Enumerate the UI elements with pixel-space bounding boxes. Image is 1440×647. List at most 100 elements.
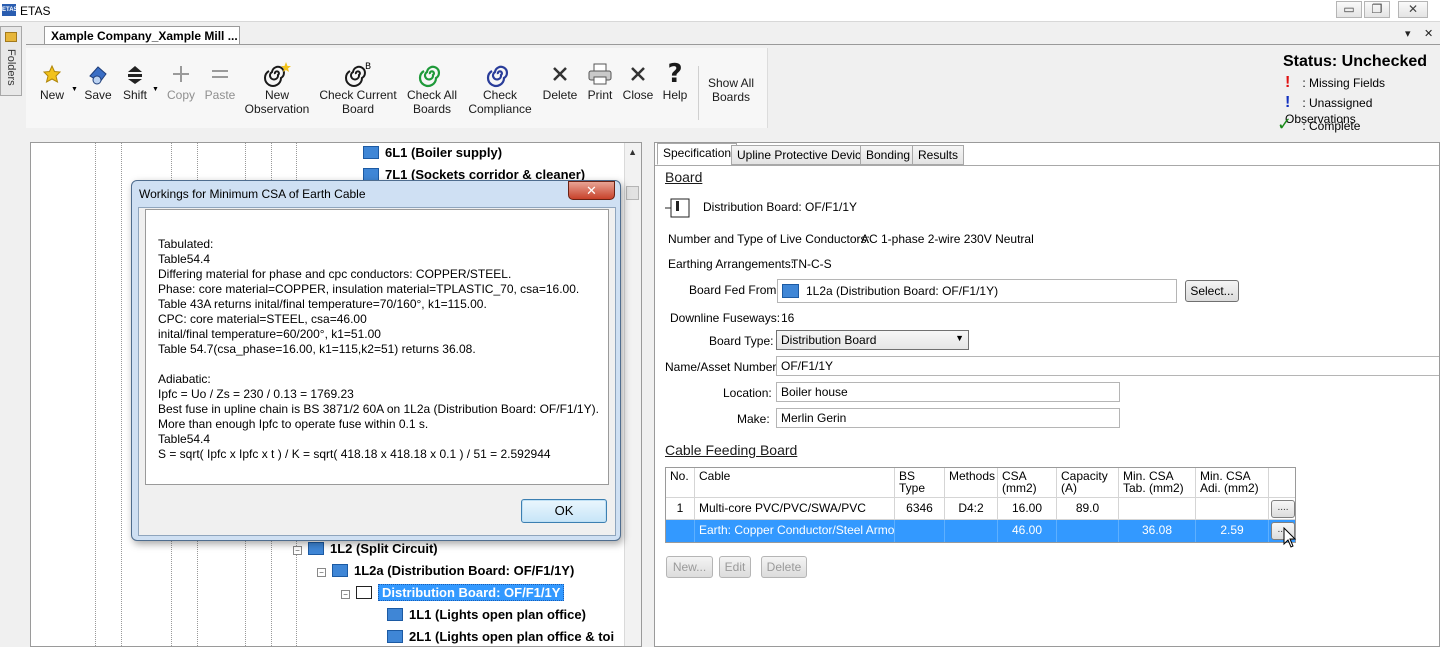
- cell-min-csa-tab: 36.08: [1119, 520, 1196, 542]
- location-input[interactable]: Boiler house: [776, 382, 1120, 402]
- app-icon: ETAS: [2, 4, 18, 16]
- help-button[interactable]: ? Help: [658, 60, 692, 102]
- show-all-boards-button[interactable]: Show All Boards: [702, 76, 760, 104]
- folder-icon: [5, 32, 17, 42]
- scroll-up-arrow-icon[interactable]: ▲: [628, 147, 637, 157]
- cell-cable: Multi-core PVC/PVC/SWA/PVC: [695, 498, 895, 519]
- collapse-icon[interactable]: −: [341, 590, 350, 599]
- new-cable-button[interactable]: New...: [666, 556, 713, 578]
- board-icon: [663, 195, 691, 221]
- cell-no: 1: [666, 498, 695, 519]
- select-board-button[interactable]: Select...: [1185, 280, 1239, 302]
- circuit-icon: [332, 564, 348, 577]
- board-section-heading: Board: [665, 169, 703, 185]
- tab-results[interactable]: Results: [912, 145, 965, 165]
- collapse-icon[interactable]: −: [317, 568, 326, 577]
- cell-min-csa-tab: [1119, 498, 1196, 519]
- new-dropdown-icon[interactable]: ▼: [71, 86, 78, 93]
- tabs-divider: [655, 165, 1439, 166]
- restore-button[interactable]: ❐: [1364, 1, 1390, 18]
- save-button[interactable]: Save: [82, 60, 114, 102]
- table-row[interactable]: 1 Multi-core PVC/PVC/SWA/PVC 6346 D4:2 1…: [666, 498, 1295, 520]
- tab-divider: [26, 44, 1440, 45]
- dialog-close-button[interactable]: ✕: [568, 181, 615, 200]
- circuit-icon: [387, 608, 403, 621]
- cell-methods: [945, 520, 998, 542]
- board-details-panel: Specification Upline Protective Device B…: [654, 142, 1440, 647]
- toolbar-ribbon: New ▼ Save Shift ▼ Copy Paste New Observ…: [26, 48, 768, 128]
- scrollbar-thumb[interactable]: [626, 186, 639, 200]
- tab-specification[interactable]: Specification: [657, 143, 738, 165]
- close-document-button[interactable]: ✕: [1424, 27, 1433, 40]
- tree-node[interactable]: −1L2a (Distribution Board: OF/F1/1Y): [317, 563, 574, 578]
- fed-from-label: Board Fed From:: [689, 283, 780, 297]
- dialog-title: Workings for Minimum CSA of Earth Cable: [139, 187, 366, 201]
- folders-panel-toggle[interactable]: Folders: [0, 26, 22, 96]
- save-icon: [82, 60, 114, 88]
- svg-text:B: B: [365, 62, 371, 72]
- tree-node[interactable]: 1L1 (Lights open plan office): [387, 607, 586, 622]
- cell-csa: 46.00: [998, 520, 1057, 542]
- paste-button[interactable]: Paste: [202, 60, 238, 102]
- shift-dropdown-icon[interactable]: ▼: [152, 86, 159, 93]
- downline-fuseways-label: Downline Fuseways:: [670, 311, 781, 325]
- check-compliance-button[interactable]: Check Compliance: [466, 60, 534, 116]
- close-button[interactable]: Close: [620, 60, 656, 102]
- live-conductors-value: AC 1-phase 2-wire 230V Neutral: [861, 232, 1034, 246]
- title-bar: ETAS ETAS ▭ ❐ ✕: [0, 0, 1440, 22]
- document-tab[interactable]: Xample Company_Xample Mill ...: [44, 26, 240, 45]
- tab-upline-protective-device[interactable]: Upline Protective Device: [731, 145, 874, 165]
- printer-icon: [582, 60, 618, 88]
- new-observation-button[interactable]: New Observation: [242, 60, 312, 116]
- board-type-select[interactable]: Distribution Board ▼: [776, 330, 969, 350]
- make-input[interactable]: Merlin Gerin: [776, 408, 1120, 428]
- column-header: Min. CSA Adi. (mm2): [1196, 468, 1269, 497]
- ribbon-separator: [698, 66, 699, 120]
- shift-button[interactable]: Shift: [118, 60, 152, 102]
- ok-button[interactable]: OK: [521, 499, 607, 523]
- tree-node[interactable]: 2L1 (Lights open plan office & toi: [387, 629, 614, 644]
- tree-scrollbar[interactable]: ▲: [624, 143, 641, 646]
- tree-node[interactable]: 6L1 (Boiler supply): [363, 145, 502, 160]
- legend-complete: ✓ : Complete: [1277, 114, 1361, 134]
- check-all-spiral-icon: [402, 60, 462, 88]
- delete-x-icon: [540, 60, 580, 88]
- tree-node-selected-board[interactable]: − Distribution Board: OF/F1/1Y: [341, 584, 565, 601]
- check-current-board-button[interactable]: B Check Current Board: [318, 60, 398, 116]
- cell-capacity: [1057, 520, 1119, 542]
- missing-fields-icon: !: [1285, 74, 1291, 91]
- print-button[interactable]: Print: [582, 60, 618, 102]
- tree-node[interactable]: −1L2 (Split Circuit): [293, 541, 438, 556]
- close-x-icon: [620, 60, 656, 88]
- legend-missing-fields: ! : Missing Fields: [1285, 74, 1386, 91]
- copy-icon: [164, 60, 198, 88]
- check-all-boards-button[interactable]: Check All Boards: [402, 60, 462, 116]
- tab-list-dropdown[interactable]: ▾: [1405, 27, 1411, 40]
- cell-csa: 16.00: [998, 498, 1057, 519]
- edit-cable-button[interactable]: Edit: [719, 556, 751, 578]
- delete-button[interactable]: Delete: [540, 60, 580, 102]
- circuit-icon: [387, 630, 403, 643]
- table-row-selected[interactable]: Earth: Copper Conductor/Steel Armour** 4…: [666, 520, 1295, 542]
- tab-bonding[interactable]: Bonding: [860, 145, 917, 165]
- cell-cable: Earth: Copper Conductor/Steel Armour**: [695, 520, 895, 542]
- row-details-button[interactable]: ....: [1271, 500, 1295, 518]
- collapse-icon[interactable]: −: [293, 546, 302, 555]
- folders-label: Folders: [5, 49, 17, 86]
- dialog-body: Tabulated: Table54.4 Differing material …: [138, 207, 616, 536]
- name-asset-input[interactable]: OF/F1/1Y: [776, 356, 1439, 376]
- cable-grid: No. Cable BS Type Methods CSA (mm2) Capa…: [665, 467, 1296, 543]
- minimize-button[interactable]: ▭: [1336, 1, 1362, 18]
- cell-bs-type: [895, 520, 945, 542]
- check-board-spiral-icon: B: [318, 60, 398, 88]
- complete-check-icon: ✓: [1277, 114, 1293, 134]
- app-title: ETAS: [20, 4, 51, 18]
- new-button[interactable]: New: [36, 60, 68, 102]
- downline-fuseways-value: 16: [781, 311, 795, 325]
- copy-button[interactable]: Copy: [164, 60, 198, 102]
- cell-capacity: 89.0: [1057, 498, 1119, 519]
- delete-cable-button[interactable]: Delete: [761, 556, 807, 578]
- tree-guide-line: [95, 143, 96, 646]
- close-window-button[interactable]: ✕: [1398, 1, 1428, 18]
- column-header: BS Type: [895, 468, 945, 497]
